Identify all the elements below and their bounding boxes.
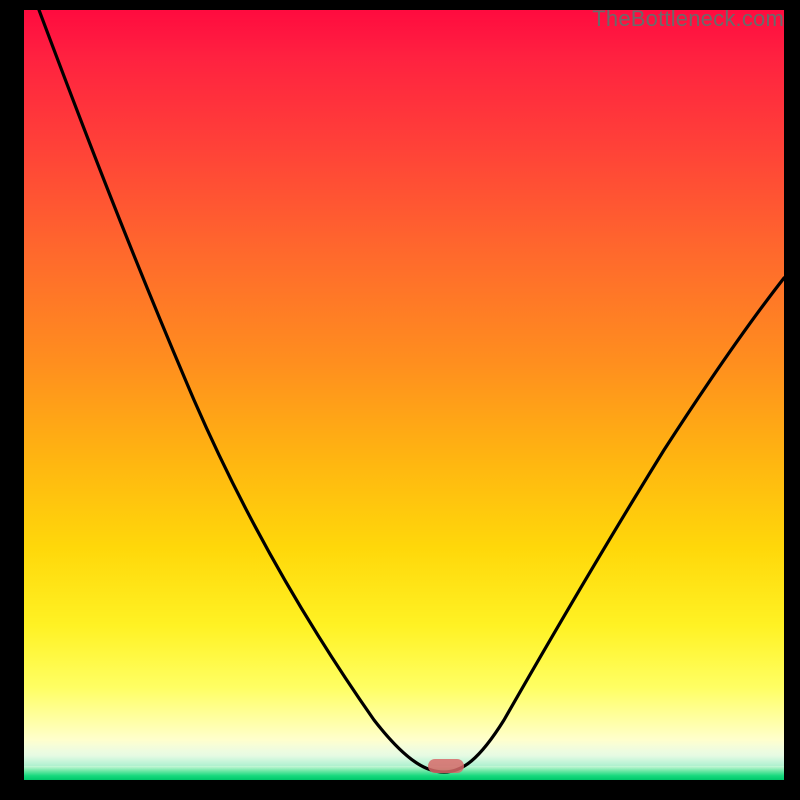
curve-svg: [24, 10, 784, 780]
chart-frame: TheBottleneck.com: [0, 0, 800, 800]
bottleneck-curve-path: [39, 10, 784, 772]
min-marker: [428, 759, 464, 773]
plot-area: [24, 10, 784, 780]
watermark-text: TheBottleneck.com: [592, 6, 784, 32]
